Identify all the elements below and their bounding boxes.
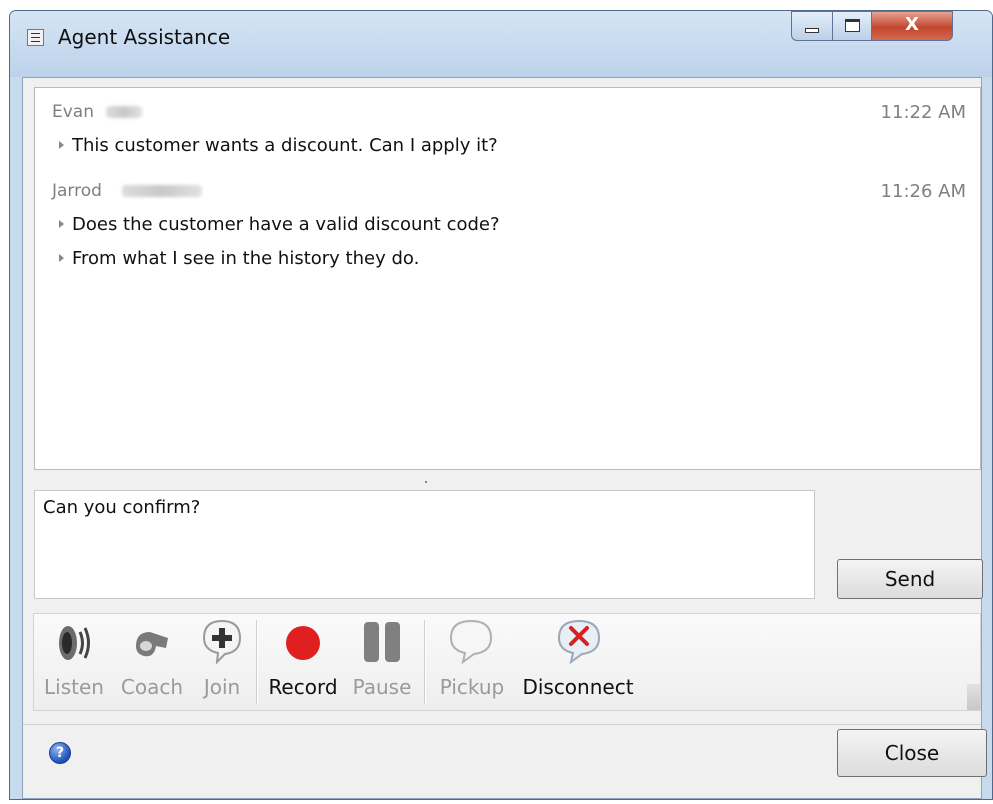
plus-bubble-icon [202,619,242,664]
message-text: This customer wants a discount. Can I ap… [72,135,498,156]
bullet-arrow-icon [59,141,64,149]
redacted-surname [106,106,142,118]
chat-history[interactable]: Evan 11:22 AM This customer wants a disc… [34,87,981,470]
message-line: From what I see in the history they do. [59,248,419,269]
pickup-button[interactable]: Pickup [430,614,514,710]
pause-icon [364,622,400,662]
maximize-button[interactable] [832,11,872,41]
whistle-icon [136,632,168,657]
toolbar-separator [424,620,425,704]
sender-name: Evan [52,102,94,122]
footer-divider [23,724,981,725]
agent-assistance-window: Agent Assistance X Evan 11:22 AM This cu… [9,10,993,800]
title-bar[interactable]: Agent Assistance X [10,11,992,77]
window-title: Agent Assistance [58,25,231,49]
record-button[interactable]: Record [262,614,344,710]
disconnect-label: Disconnect [522,675,634,699]
message-line: Does the customer have a valid discount … [59,214,500,235]
dialog-content: Evan 11:22 AM This customer wants a disc… [22,77,987,799]
redacted-surname [122,185,202,197]
sender-name: Jarrod [52,181,102,201]
message-text: Does the customer have a valid discount … [72,214,500,235]
record-icon [286,626,320,660]
join-label: Join [203,675,241,699]
toolbar-overflow-grip[interactable] [967,684,980,710]
splitter-handle[interactable] [425,481,427,483]
app-icon [27,29,44,46]
pause-label: Pause [352,675,412,699]
help-icon[interactable]: ? [49,742,71,764]
listen-button[interactable]: Listen [36,614,112,710]
bullet-arrow-icon [59,220,64,228]
message-line: This customer wants a discount. Can I ap… [59,135,498,156]
send-button[interactable]: Send [837,559,983,599]
close-button[interactable]: Close [837,729,987,777]
pause-button[interactable]: Pause [344,614,420,710]
coach-label: Coach [120,675,184,699]
message-text: From what I see in the history they do. [72,248,420,269]
join-button[interactable]: Join [192,614,252,710]
call-control-toolbar: Listen Coach Join Record Pause Pickup Di… [33,613,981,711]
speaker-icon [59,626,90,660]
bullet-arrow-icon [59,254,64,262]
message-time: 11:26 AM [880,181,966,202]
message-time: 11:22 AM [880,102,966,123]
toolbar-separator [256,620,257,704]
pickup-label: Pickup [439,675,505,699]
speech-bubble-icon [449,619,493,664]
record-label: Record [268,675,338,699]
coach-button[interactable]: Coach [112,614,192,710]
minimize-button[interactable] [791,11,833,41]
message-input[interactable]: Can you confirm? [34,490,815,599]
listen-label: Listen [44,675,104,699]
disconnect-button[interactable]: Disconnect [514,614,642,710]
window-close-button[interactable]: X [871,11,953,41]
disconnect-bubble-icon [557,619,601,664]
